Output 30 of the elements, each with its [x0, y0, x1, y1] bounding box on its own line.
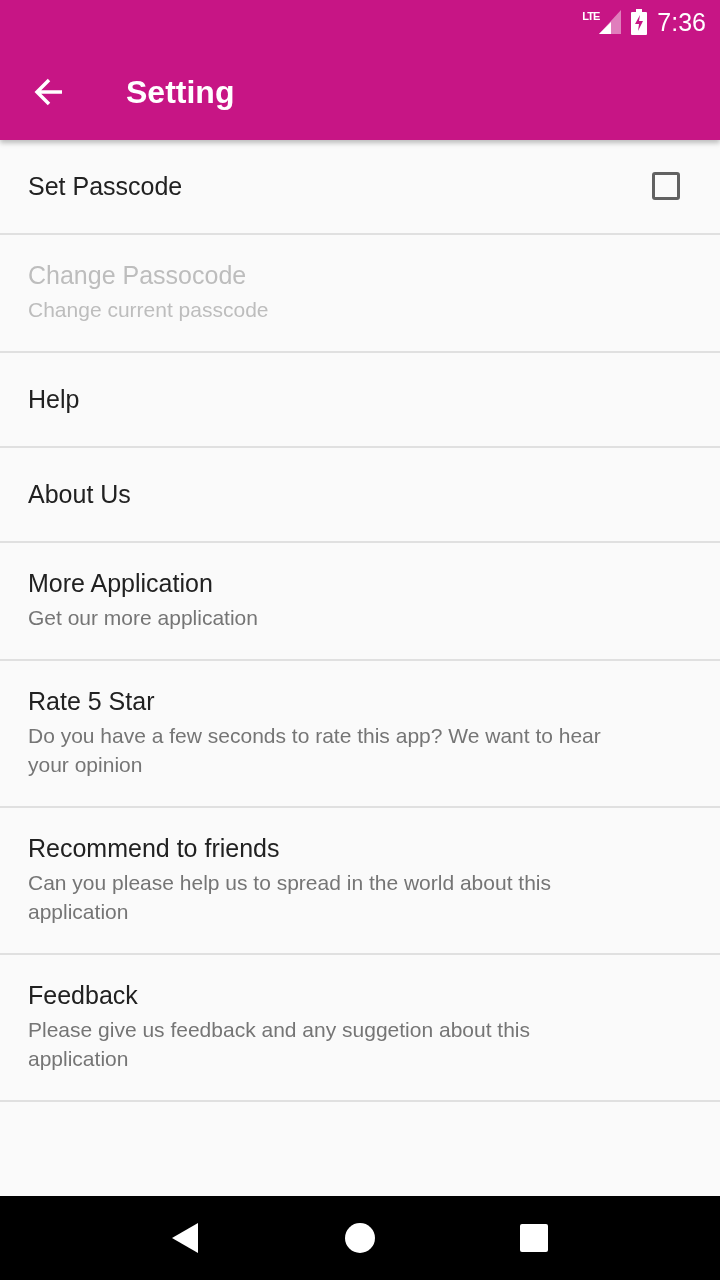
checkbox[interactable] [652, 172, 680, 200]
item-summary: Change current passcode [28, 297, 270, 323]
item-title: Rate 5 Star [28, 687, 156, 716]
item-title: About Us [28, 479, 132, 509]
item-summary: Get our more application [28, 605, 259, 631]
back-nav-button[interactable] [172, 1223, 201, 1253]
back-button[interactable] [34, 77, 64, 107]
item-summary: Can you please help us to spread in the world about this application [28, 870, 552, 925]
battery-icon [631, 9, 648, 35]
item-title: More Application [28, 569, 214, 598]
item-title: Set Passcode [28, 171, 184, 201]
settings-item[interactable]: Recommend to friends Can you please help us to spread in the world about this application [0, 808, 720, 955]
clock: 7:36 [657, 7, 706, 37]
item-summary: Please give us feedback and any suggetion about this application [28, 1017, 532, 1072]
signal-icon [599, 10, 622, 34]
item-title: Feedback [28, 981, 139, 1010]
item-summary: Do you have a few seconds to rate this app? We want to hear your opinion [28, 723, 602, 778]
settings-item[interactable]: Feedback Please give us feedback and any suggetion about this application [0, 955, 720, 1102]
settings-item[interactable]: Set Passcode [0, 140, 720, 235]
screen-title: Setting [126, 73, 235, 111]
settings-item[interactable]: About Us [0, 448, 720, 543]
network-type: LTE [582, 10, 600, 22]
recents-button[interactable] [519, 1224, 548, 1252]
home-button[interactable] [345, 1223, 375, 1253]
item-title: Recommend to friends [28, 834, 281, 863]
settings-item[interactable]: Rate 5 Star Do you have a few seconds to rate this app? We want to hear your opinion [0, 661, 720, 808]
settings-item[interactable]: More Application Get our more application [0, 543, 720, 661]
item-title: Help [28, 384, 81, 414]
settings-item[interactable]: Help [0, 353, 720, 448]
item-title: Change Passocode [28, 261, 248, 290]
